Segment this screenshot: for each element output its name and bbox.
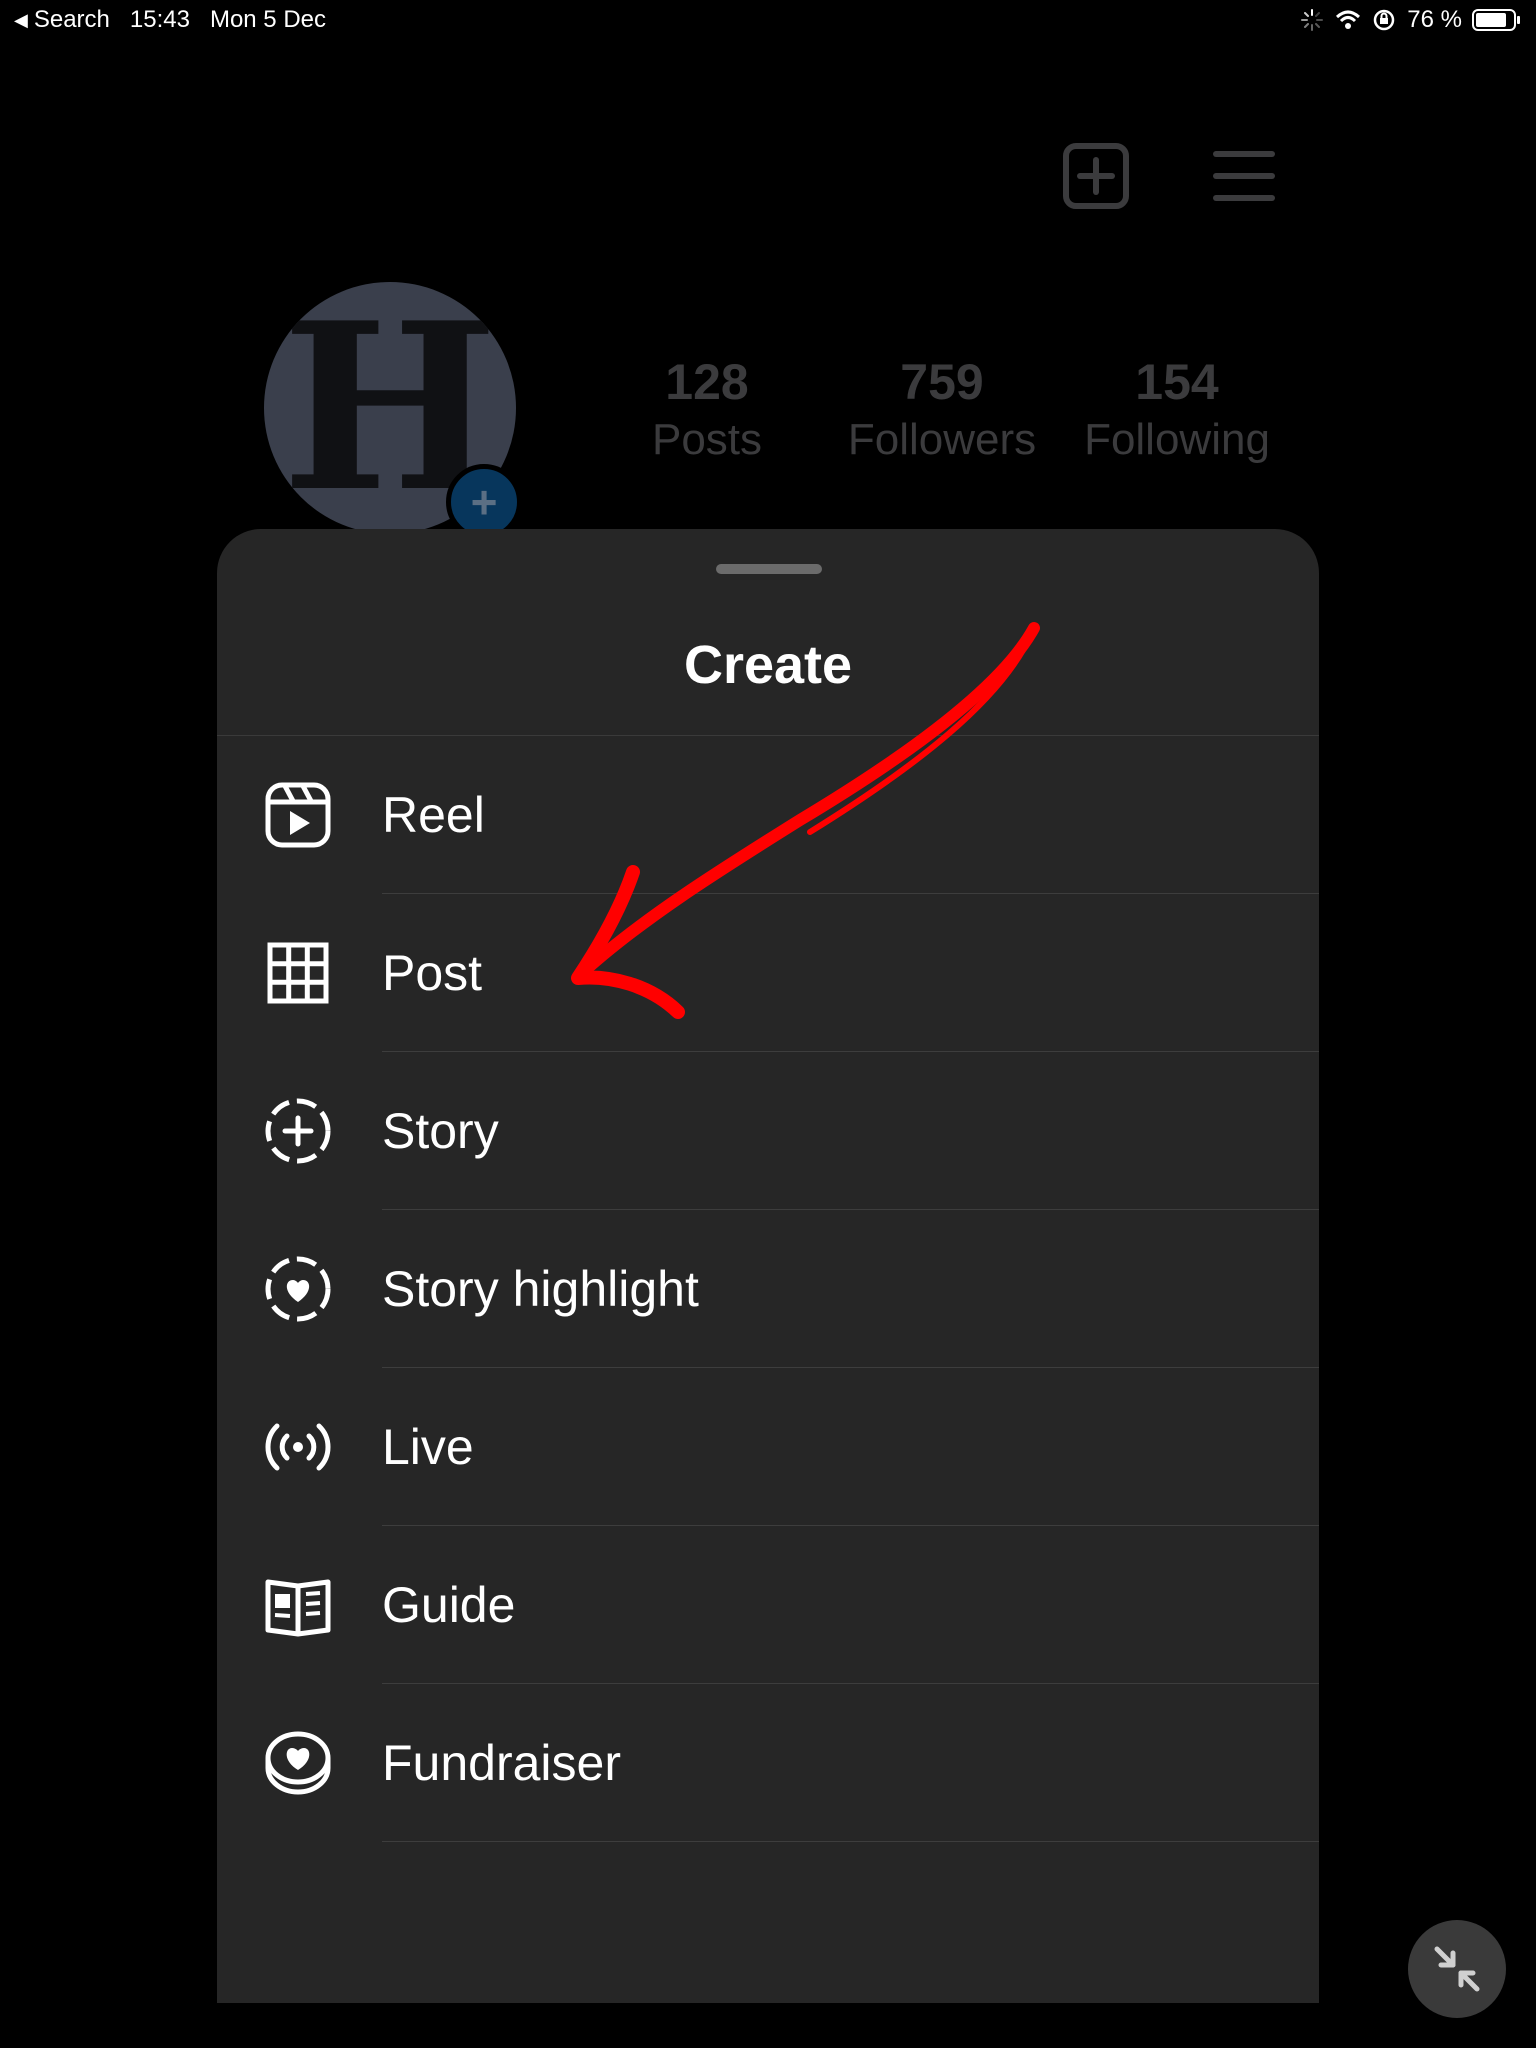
grid-icon (267, 942, 329, 1004)
stat-followers-label: Followers (847, 415, 1037, 464)
menu-item-post[interactable]: Post (217, 894, 1319, 1052)
story-add-icon (265, 1098, 331, 1164)
menu-label-post: Post (382, 945, 483, 1001)
guide-icon (265, 1579, 331, 1637)
new-post-icon[interactable] (1060, 140, 1132, 212)
stat-posts-value: 128 (665, 354, 749, 410)
menu-label-fundraiser: Fundraiser (382, 1735, 621, 1791)
menu-item-reel[interactable]: Reel (217, 736, 1319, 894)
menu-item-fundraiser[interactable]: Fundraiser (217, 1684, 1319, 1842)
menu-label-live: Live (382, 1419, 474, 1475)
stat-following-label: Following (1084, 415, 1270, 464)
minimize-arrows-icon (1434, 1946, 1480, 1992)
stat-posts-label: Posts (651, 415, 763, 464)
stat-following[interactable]: 154 Following (1067, 352, 1287, 468)
create-menu: Reel Post Story Story highlight Live Gui… (217, 736, 1319, 1842)
menu-item-story-highlight[interactable]: Story highlight (217, 1210, 1319, 1368)
menu-label-story-highlight: Story highlight (382, 1261, 699, 1317)
divider (382, 1841, 1319, 1842)
menu-label-reel: Reel (382, 787, 485, 843)
sheet-grabber[interactable] (716, 564, 822, 574)
stat-posts[interactable]: 128 Posts (597, 352, 817, 468)
profile-top-icons (1060, 140, 1280, 212)
menu-icon[interactable] (1208, 140, 1280, 212)
menu-label-story: Story (382, 1103, 499, 1159)
minimize-button[interactable] (1408, 1920, 1506, 2018)
reel-icon (265, 782, 331, 848)
sheet-title: Create (683, 635, 853, 695)
stat-followers-value: 759 (900, 354, 984, 410)
menu-item-live[interactable]: Live (217, 1368, 1319, 1526)
menu-item-story[interactable]: Story (217, 1052, 1319, 1210)
stat-following-value: 154 (1135, 354, 1219, 410)
create-sheet: Create Reel Post Story Story highlight L… (217, 529, 1319, 2003)
menu-label-guide: Guide (382, 1577, 516, 1633)
live-icon (265, 1423, 331, 1471)
story-highlight-icon (265, 1256, 331, 1322)
menu-item-guide[interactable]: Guide (217, 1526, 1319, 1684)
stat-followers[interactable]: 759 Followers (832, 352, 1052, 468)
fundraiser-icon (265, 1731, 331, 1795)
profile-header: H + 128 Posts 759 Followers 154 Followin… (0, 0, 1536, 540)
